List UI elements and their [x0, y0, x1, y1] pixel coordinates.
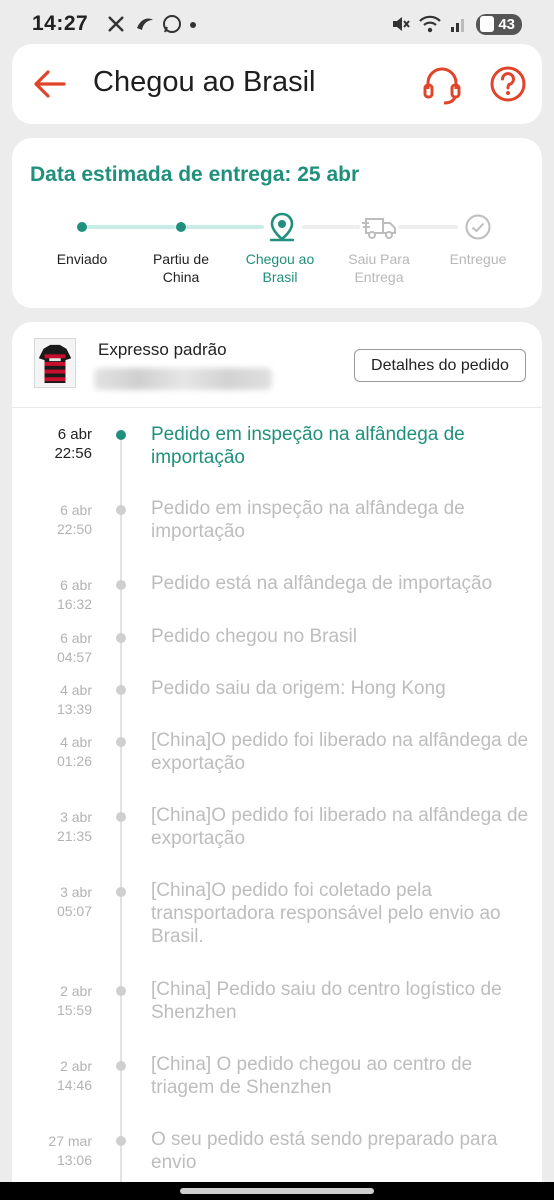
- progress-line-1: [86, 225, 176, 229]
- timeline-dot: [116, 1061, 126, 1071]
- location-pin-icon: [269, 212, 295, 242]
- wifi-icon: [419, 15, 442, 33]
- tracking-number-redacted: [94, 368, 272, 390]
- event-text: O seu pedido está sendo preparado para e…: [151, 1129, 498, 1173]
- event-date: 6 abr: [57, 426, 92, 443]
- event-text: [China]O pedido foi liberado na alfândeg…: [151, 730, 529, 774]
- timeline-dot: [116, 633, 126, 643]
- moon-icon: [137, 18, 154, 30]
- shipping-method: Expresso padrão: [98, 340, 227, 359]
- event-text: [China]O pedido foi liberado na alfândeg…: [151, 805, 529, 849]
- event-date: 6 abr: [60, 577, 92, 593]
- status-time: 14:27: [32, 12, 89, 35]
- step-dot-enviado: [77, 222, 87, 232]
- back-arrow-icon[interactable]: [30, 64, 70, 104]
- event-date: 2 abr: [60, 1058, 92, 1074]
- step-label-saiu: Saiu Para Entrega: [348, 251, 410, 285]
- page-title: Chegou ao Brasil: [93, 66, 316, 98]
- event-time: 22:50: [56, 521, 92, 537]
- order-details-button[interactable]: Detalhes do pedido: [354, 349, 526, 382]
- event-date: 27 mar: [48, 1133, 92, 1149]
- check-circle-icon: [465, 214, 491, 240]
- product-thumbnail[interactable]: [34, 338, 76, 388]
- event-date: 6 abr: [60, 630, 92, 646]
- event-text: Pedido em inspeção na alfândega de impor…: [151, 498, 465, 542]
- navigation-bar: [0, 1182, 554, 1200]
- home-gesture-handle[interactable]: [180, 1188, 374, 1194]
- event-time: 05:07: [56, 903, 92, 919]
- x-icon: [108, 16, 125, 32]
- timeline-dot-active: [116, 430, 126, 440]
- signal-icon: [451, 19, 465, 32]
- timeline-dot: [116, 737, 126, 747]
- event-text: Pedido em inspeção na alfândega de impor…: [151, 424, 465, 468]
- step-dot-partiu: [176, 222, 186, 232]
- estimated-delivery: Data estimada de entrega: 25 abr: [30, 163, 360, 186]
- headset-icon[interactable]: [420, 63, 464, 107]
- event-text: [China] O pedido chegou ao centro de tri…: [151, 1054, 473, 1098]
- event-date: 4 abr: [60, 682, 92, 698]
- step-label-entregue: Entregue: [449, 251, 507, 267]
- step-label-partiu: Partiu de China: [152, 251, 210, 285]
- divider: [12, 407, 542, 408]
- progress-line-4: [398, 225, 458, 229]
- progress-line-2: [186, 225, 264, 229]
- step-label-enviado: Enviado: [56, 251, 108, 267]
- event-date: 2 abr: [60, 983, 92, 999]
- timeline-dot: [116, 812, 126, 822]
- progress-line-3: [302, 225, 360, 229]
- event-time: 15:59: [56, 1002, 92, 1018]
- timeline-dot: [116, 1136, 126, 1146]
- timeline-dot: [116, 986, 126, 996]
- event-text: Pedido está na alfândega de importação: [151, 573, 493, 594]
- event-date: 3 abr: [60, 884, 92, 900]
- event-time: 21:35: [56, 828, 92, 844]
- event-time: 14:46: [56, 1077, 92, 1093]
- header-bar: Chegou ao Brasil: [12, 44, 542, 124]
- timeline-dot: [116, 887, 126, 897]
- timeline-dot: [116, 505, 126, 515]
- battery-level: 43: [498, 15, 515, 33]
- event-time: 01:26: [56, 753, 92, 769]
- event-text: Pedido saiu da origem: Hong Kong: [151, 678, 446, 699]
- event-time: 04:57: [56, 649, 92, 665]
- delivery-truck-icon: [362, 218, 396, 239]
- event-time: 16:32: [56, 596, 92, 612]
- battery-icon: 43: [476, 13, 522, 35]
- status-bar: 14:27 43: [0, 0, 554, 48]
- event-date: 6 abr: [60, 502, 92, 518]
- tracking-card: Expresso padrão Detalhes do pedido 6 abr…: [12, 322, 542, 1200]
- event-date: 4 abr: [60, 734, 92, 750]
- event-text: [China] Pedido saiu do centro logístico …: [151, 979, 502, 1023]
- help-icon[interactable]: [488, 64, 528, 104]
- mute-icon: [393, 17, 411, 31]
- whatsapp-icon: [163, 15, 182, 33]
- event-date: 3 abr: [60, 809, 92, 825]
- step-label-chegou: Chegou ao Brasil: [245, 251, 315, 285]
- timeline-dot: [116, 685, 126, 695]
- dot-icon: [190, 22, 197, 28]
- event-time: 13:39: [56, 701, 92, 717]
- event-time: 13:06: [56, 1152, 92, 1168]
- timeline-dot: [116, 580, 126, 590]
- event-text: [China]O pedido foi coletado pela transp…: [151, 880, 501, 947]
- event-time: 22:56: [54, 445, 92, 462]
- delivery-progress-card: Data estimada de entrega: 25 abr Enviado…: [12, 138, 542, 308]
- event-text: Pedido chegou no Brasil: [151, 626, 357, 647]
